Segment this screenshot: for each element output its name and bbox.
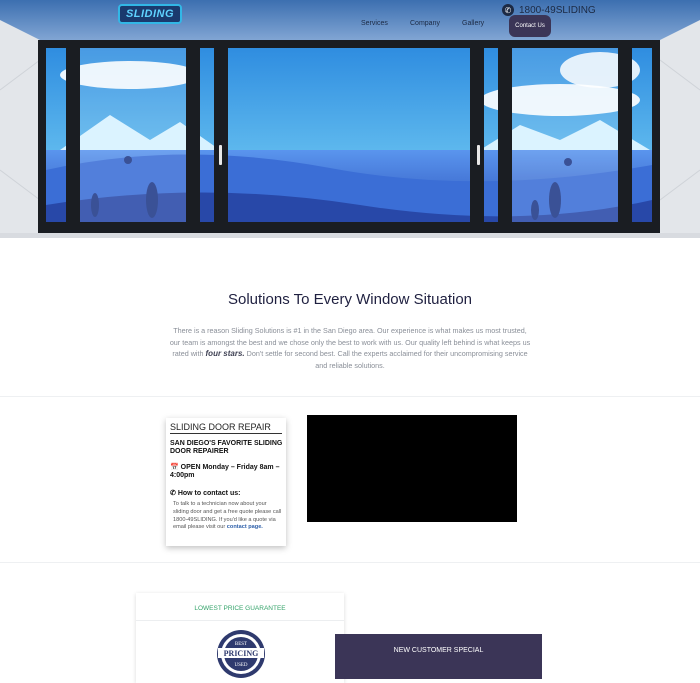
- info-card: SLIDING DOOR REPAIR SAN DIEGO'S FAVORITE…: [166, 418, 286, 546]
- calendar-icon: 📅: [170, 464, 179, 471]
- intro-paragraph: There is a reason Sliding Solutions is #…: [168, 325, 532, 371]
- nav-gallery[interactable]: Gallery: [462, 20, 484, 27]
- best-pricing-badge: BEST PRICING USED: [217, 630, 265, 678]
- hero-banner: SLIDING ✆ 1800-49SLIDING Services Compan…: [0, 0, 700, 238]
- hours-text: OPEN Monday – Friday 8am – 4:00pm: [170, 464, 280, 479]
- contact-heading: ✆ How to contact us:: [170, 489, 240, 497]
- contact-heading-text: How to contact us:: [177, 490, 241, 497]
- badge-top-text: BEST: [235, 642, 247, 647]
- card-subtitle: SAN DIEGO'S FAVORITE SLIDING DOOR REPAIR…: [170, 440, 283, 455]
- nav-services[interactable]: Services: [361, 20, 388, 27]
- business-hours: 📅 OPEN Monday – Friday 8am – 4:00pm: [170, 464, 284, 480]
- section-divider: [0, 562, 700, 563]
- guarantee-title: LOWEST PRICE GUARANTEE: [194, 605, 286, 612]
- contact-text: To talk to a technician now about your s…: [173, 501, 283, 532]
- phone-icon: ✆: [502, 4, 514, 16]
- card-title: SLIDING DOOR REPAIR: [170, 422, 282, 434]
- intro-text-after: Don't settle for second best. Call the e…: [244, 349, 528, 370]
- guarantee-card: LOWEST PRICE GUARANTEE BEST PRICING USED: [136, 593, 344, 683]
- contact-us-button[interactable]: Contact Us: [509, 15, 551, 37]
- new-customer-special[interactable]: NEW CUSTOMER SPECIAL: [335, 634, 542, 679]
- phone-small-icon: ✆: [170, 490, 176, 497]
- badge-main-text: PRICING: [224, 649, 259, 658]
- guarantee-divider: [136, 620, 344, 621]
- phone-number: 1800-49SLIDING: [519, 4, 596, 16]
- nav-company[interactable]: Company: [410, 20, 440, 27]
- special-title: NEW CUSTOMER SPECIAL: [393, 647, 484, 654]
- section-title: Solutions To Every Window Situation: [227, 291, 472, 308]
- video-player[interactable]: [307, 415, 517, 522]
- contact-page-link[interactable]: contact page.: [227, 524, 263, 530]
- section-divider: [0, 396, 700, 397]
- main-nav: Services Company Gallery: [0, 18, 700, 38]
- intro-bold: four stars.: [205, 349, 245, 358]
- badge-bottom-text: USED: [234, 663, 247, 668]
